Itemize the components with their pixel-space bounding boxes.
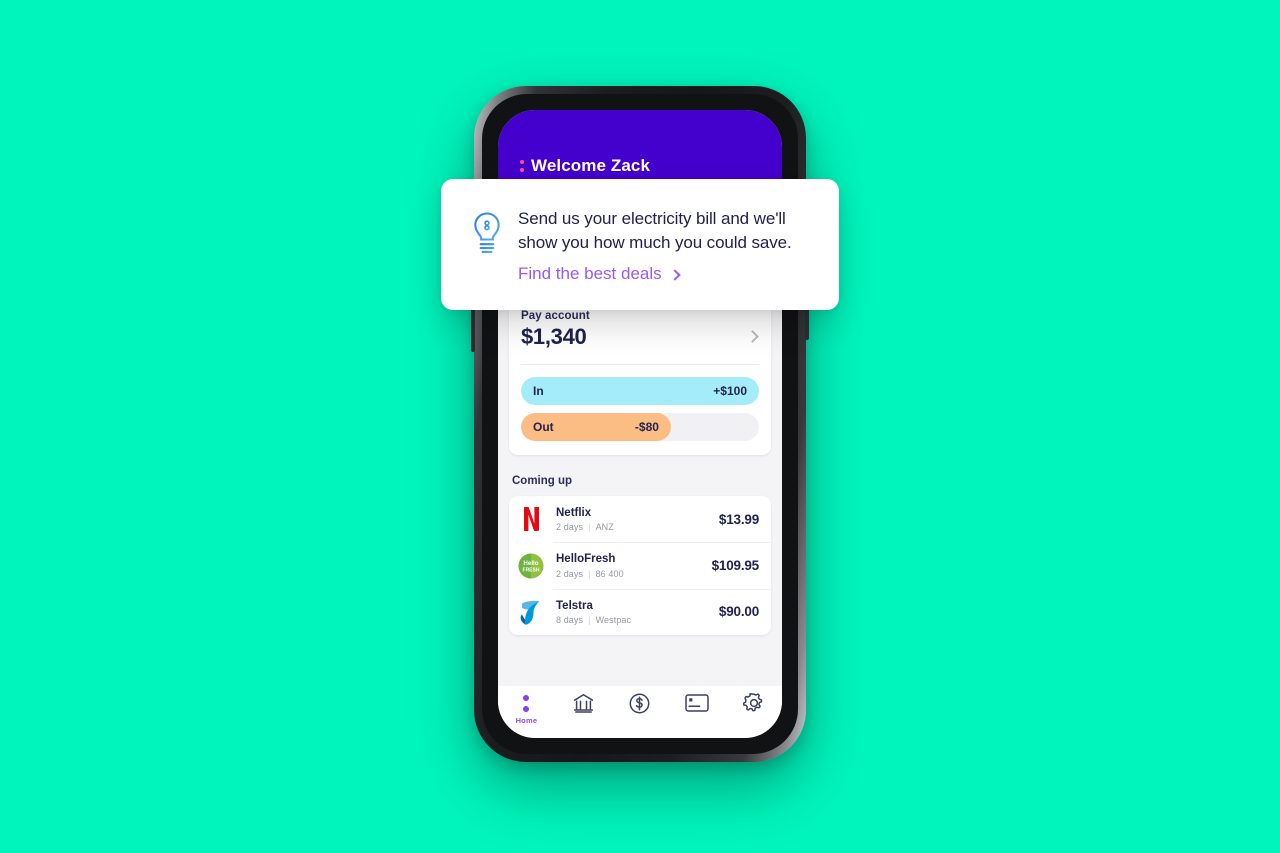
merchant-meta: 2 days | 86 400 [556,568,624,579]
cash-in-bar: In +$100 [521,377,759,405]
tab-payments[interactable] [614,692,666,716]
svg-text:FRESH: FRESH [523,567,540,573]
find-best-deals-label: Find the best deals [518,264,662,284]
notification-message: Send us your electricity bill and we'll … [518,209,792,253]
pay-account-balance: $1,340 [521,324,587,349]
hellofresh-logo: Hello FRESH [518,553,544,579]
cash-out-amount: -$80 [634,420,659,434]
pay-account-label: Pay account [521,310,590,322]
tab-cards[interactable] [671,692,723,716]
welcome-row: Welcome Zack [520,156,760,176]
svg-text:Hello: Hello [523,560,538,567]
bottom-tab-bar: Home [498,686,782,738]
account-label: 86 400 [595,568,624,579]
divider [521,364,759,365]
list-item[interactable]: Telstra 8 days | Westpac $90.00 [509,588,771,635]
tab-home-label: Home [515,716,538,725]
list-item-text: HelloFresh 2 days | 86 400 [556,552,712,578]
merchant-meta: 8 days | Westpac [556,615,632,626]
coming-up-heading: Coming up [512,475,573,487]
list-item-text: Telstra 8 days | Westpac [556,599,719,625]
bank-building-icon [573,692,594,714]
upcoming-amount: $90.00 [718,604,759,620]
pay-account-card[interactable]: Pay account $1,340 In +$100 Out -$80 [509,296,771,455]
card-icon [685,692,709,714]
merchant-name: HelloFresh [556,553,616,566]
cash-in-label: In [533,384,544,398]
merchant-meta: 2 days | ANZ [556,522,614,533]
netflix-logo [518,506,544,532]
due-label: 2 days [556,522,584,533]
merchant-name: Telstra [556,599,593,612]
dollar-circle-icon [629,692,650,714]
cash-out-bar: Out -$80 [521,413,671,441]
home-dots-icon [523,692,530,714]
due-label: 8 days [556,615,584,626]
chevron-right-icon [668,269,681,281]
lightbulb-icon [467,209,507,310]
notification-card[interactable]: Send us your electricity bill and we'll … [441,179,839,310]
account-label: Westpac [595,615,632,626]
cash-in-track: In +$100 [521,377,759,405]
gear-icon [742,692,765,714]
upcoming-amount: $13.99 [718,511,759,527]
brand-dots-icon [520,156,524,176]
telstra-logo [518,599,544,625]
list-item[interactable]: Netflix 2 days | ANZ $13.99 [509,496,771,542]
list-item-text: Netflix 2 days | ANZ [556,506,719,532]
cash-out-label: Out [533,420,554,434]
find-best-deals-link[interactable]: Find the best deals [518,264,817,284]
account-label: ANZ [595,522,614,533]
merchant-name: Netflix [556,507,592,519]
upcoming-amount: $109.95 [711,558,760,574]
tab-home[interactable]: Home [500,692,552,725]
coming-up-list: Netflix 2 days | ANZ $13.99 Hello FRESH … [509,496,771,636]
notification-content: Send us your electricity bill and we'll … [507,207,817,310]
due-label: 2 days [556,568,584,579]
cash-in-amount: +$100 [713,384,747,398]
tab-settings[interactable] [728,692,780,716]
tab-accounts[interactable] [557,692,609,716]
phone-volume-down-button[interactable] [471,306,475,352]
list-item[interactable]: Hello FRESH HelloFresh 2 days | 86 400 $10… [509,542,771,588]
app-scroll-body[interactable]: Pay account $1,340 In +$100 Out -$80 Com… [498,262,782,686]
cash-out-track: Out -$80 [521,413,759,441]
page-title: Welcome Zack [531,156,650,175]
